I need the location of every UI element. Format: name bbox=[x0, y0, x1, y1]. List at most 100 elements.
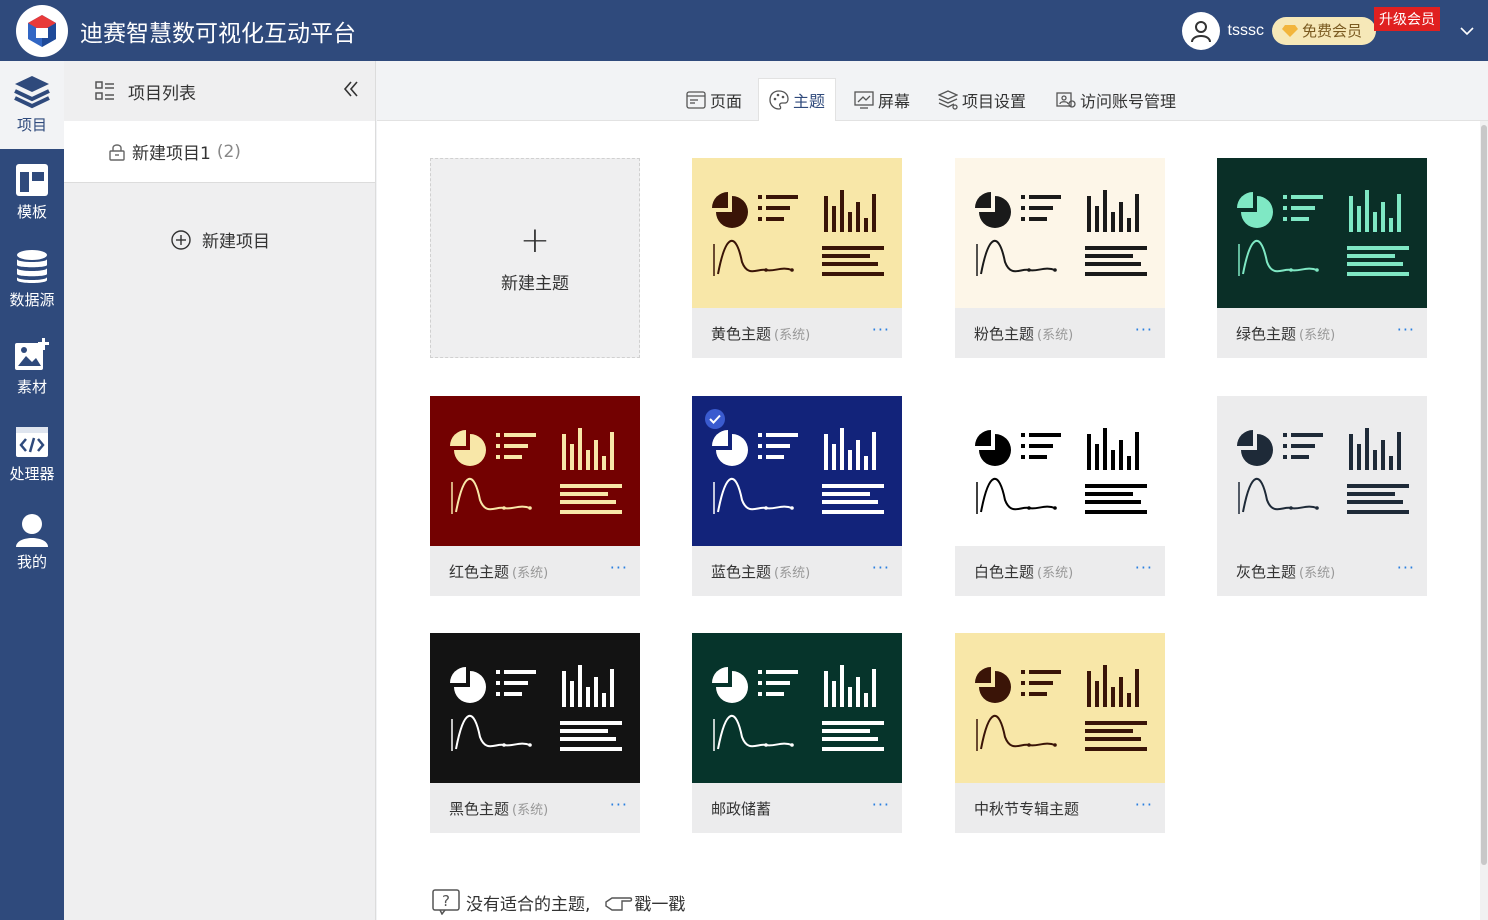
theme-card-footer: 粉色主题 (系统) ··· bbox=[955, 308, 1165, 358]
project-list-title: 项目列表 bbox=[128, 83, 196, 104]
theme-card[interactable]: 中秋节专辑主题 ··· bbox=[955, 633, 1165, 833]
left-navigation: 项目 模板 数据源 素材 处理器 我的 bbox=[0, 61, 64, 920]
theme-preview[interactable] bbox=[955, 396, 1165, 546]
more-options-icon[interactable]: ··· bbox=[1135, 320, 1153, 339]
nav-label: 处理器 bbox=[9, 465, 55, 484]
new-theme-card[interactable]: + 新建主题 bbox=[430, 158, 640, 358]
bar-chart-icon bbox=[562, 665, 614, 707]
question-icon: ? bbox=[432, 889, 460, 915]
more-options-icon[interactable]: ··· bbox=[872, 795, 890, 814]
list-lines-icon bbox=[1021, 195, 1061, 221]
theme-preview[interactable] bbox=[1217, 396, 1427, 546]
project-count: (2) bbox=[216, 141, 241, 162]
upgrade-button[interactable]: 升级会员 bbox=[1374, 7, 1440, 31]
theme-preview[interactable] bbox=[692, 396, 902, 546]
tab-screen[interactable]: 屏幕 bbox=[844, 78, 920, 121]
tab-page[interactable]: 页面 bbox=[676, 78, 752, 121]
system-tag: (系统) bbox=[512, 565, 549, 581]
curve-chart-icon bbox=[713, 240, 794, 276]
more-options-icon[interactable]: ··· bbox=[1135, 795, 1153, 814]
theme-name: 红色主题 bbox=[449, 562, 510, 581]
more-options-icon[interactable]: ··· bbox=[610, 558, 628, 577]
project-item[interactable]: 新建项目1 (2) bbox=[64, 121, 375, 183]
hbar-chart-icon bbox=[1085, 484, 1147, 514]
theme-card[interactable]: 白色主题 (系统) ··· bbox=[955, 396, 1165, 596]
more-options-icon[interactable]: ··· bbox=[1397, 320, 1415, 339]
nav-item-project[interactable]: 项目 bbox=[0, 61, 64, 149]
project-name: 新建项目1 bbox=[132, 144, 211, 164]
new-project-label: 新建项目 bbox=[202, 232, 270, 252]
nav-item-processor[interactable]: 处理器 bbox=[0, 411, 64, 499]
layers-icon bbox=[14, 76, 50, 109]
theme-preview[interactable] bbox=[955, 633, 1165, 783]
curve-chart-icon bbox=[713, 478, 794, 514]
theme-preview[interactable] bbox=[1217, 158, 1427, 308]
chevron-down-icon[interactable] bbox=[1460, 26, 1474, 36]
tab-label: 主题 bbox=[793, 92, 826, 111]
more-options-icon[interactable]: ··· bbox=[872, 558, 890, 577]
top-header: 迪赛智慧数可视化互动平台 tsssc 免费会员 升级会员 bbox=[0, 0, 1488, 61]
tab-theme[interactable]: 主题 bbox=[758, 78, 837, 121]
hbar-chart-icon bbox=[560, 721, 622, 751]
theme-preview-graphic bbox=[975, 665, 1147, 751]
theme-card[interactable]: 粉色主题 (系统) ··· bbox=[955, 158, 1165, 358]
hbar-chart-icon bbox=[560, 484, 622, 514]
theme-preview[interactable] bbox=[430, 396, 640, 546]
theme-preview-graphic bbox=[712, 665, 884, 751]
more-options-icon[interactable]: ··· bbox=[610, 795, 628, 814]
curve-chart-icon bbox=[451, 715, 532, 751]
theme-preview[interactable] bbox=[692, 633, 902, 783]
new-project-button[interactable]: 新建项目 bbox=[64, 227, 376, 252]
theme-preview[interactable] bbox=[692, 158, 902, 308]
svg-text:?: ? bbox=[442, 892, 450, 910]
bar-chart-icon bbox=[1349, 428, 1401, 470]
theme-card-footer: 白色主题 (系统) ··· bbox=[955, 546, 1165, 596]
theme-card[interactable]: 灰色主题 (系统) ··· bbox=[1217, 396, 1427, 596]
lock-icon bbox=[109, 143, 125, 161]
curve-chart-icon bbox=[976, 240, 1057, 276]
nav-label: 模板 bbox=[16, 202, 47, 221]
theme-card-footer: 黑色主题 (系统) ··· bbox=[430, 783, 640, 833]
theme-card-footer: 黄色主题 (系统) ··· bbox=[692, 308, 902, 358]
vertical-scrollbar[interactable] bbox=[1480, 121, 1488, 920]
theme-card-footer: 蓝色主题 (系统) ··· bbox=[692, 546, 902, 596]
username[interactable]: tsssc bbox=[1228, 22, 1264, 40]
theme-card[interactable]: 红色主题 (系统) ··· bbox=[430, 396, 640, 596]
project-list-header: 项目列表 bbox=[64, 61, 375, 121]
collapse-icon[interactable] bbox=[341, 79, 361, 99]
poke-link[interactable]: 戳一戳 bbox=[634, 890, 685, 915]
theme-card[interactable]: 邮政储蓄 ··· bbox=[692, 633, 902, 833]
tab-account-management[interactable]: 访问账号管理 bbox=[1046, 78, 1186, 121]
theme-name: 绿色主题 bbox=[1236, 324, 1297, 343]
pie-chart-icon bbox=[712, 430, 748, 466]
member-badge[interactable]: 免费会员 bbox=[1271, 16, 1376, 45]
scrollbar-thumb[interactable] bbox=[1481, 125, 1487, 865]
more-options-icon[interactable]: ··· bbox=[872, 320, 890, 339]
bar-chart-icon bbox=[824, 190, 876, 232]
user-avatar[interactable] bbox=[1181, 11, 1220, 50]
theme-card[interactable]: 黑色主题 (系统) ··· bbox=[430, 633, 640, 833]
list-lines-icon bbox=[496, 433, 536, 459]
list-lines-icon bbox=[758, 195, 798, 221]
theme-preview[interactable] bbox=[955, 158, 1165, 308]
theme-card[interactable]: 绿色主题 (系统) ··· bbox=[1217, 158, 1427, 358]
theme-name: 邮政储蓄 bbox=[711, 799, 772, 818]
theme-card[interactable]: 蓝色主题 (系统) ··· bbox=[692, 396, 902, 596]
theme-card-footer: 红色主题 (系统) ··· bbox=[430, 546, 640, 596]
theme-preview-graphic bbox=[1237, 190, 1409, 276]
theme-name: 粉色主题 bbox=[974, 324, 1035, 343]
project-panel: 项目列表 新建项目1 (2) 新建项目 bbox=[64, 61, 376, 920]
list-lines-icon bbox=[1283, 195, 1323, 221]
nav-item-template[interactable]: 模板 bbox=[0, 149, 64, 237]
nav-item-assets[interactable]: 素材 bbox=[0, 324, 64, 412]
nav-item-mine[interactable]: 我的 bbox=[0, 499, 64, 587]
more-options-icon[interactable]: ··· bbox=[1397, 558, 1415, 577]
theme-preview[interactable] bbox=[430, 633, 640, 783]
app-logo[interactable] bbox=[16, 4, 68, 57]
theme-card-footer: 灰色主题 (系统) ··· bbox=[1217, 546, 1427, 596]
list-lines-icon bbox=[1283, 433, 1323, 459]
tab-project-settings[interactable]: 项目设置 bbox=[928, 78, 1036, 121]
theme-card[interactable]: 黄色主题 (系统) ··· bbox=[692, 158, 902, 358]
more-options-icon[interactable]: ··· bbox=[1135, 558, 1153, 577]
nav-item-datasource[interactable]: 数据源 bbox=[0, 236, 64, 324]
